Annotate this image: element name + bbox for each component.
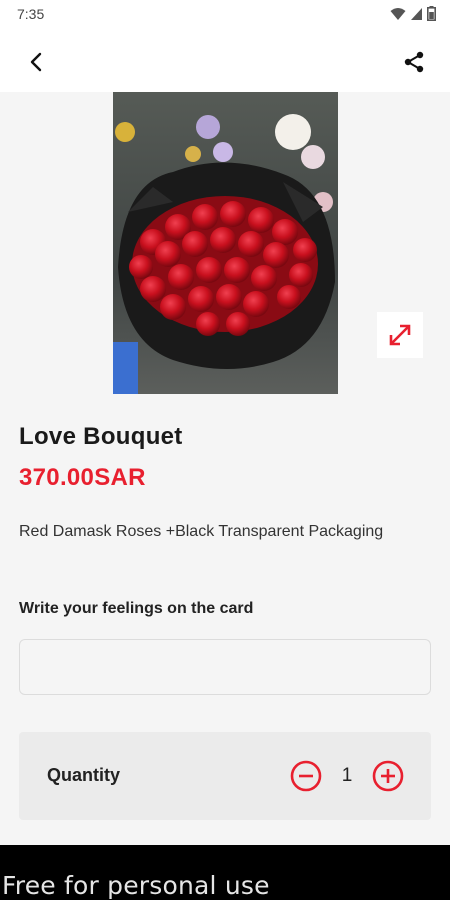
minus-circle-icon[interactable]	[290, 760, 322, 792]
quantity-value: 1	[341, 765, 353, 786]
quantity-panel: Quantity 1	[19, 732, 431, 820]
plus-circle-icon[interactable]	[372, 760, 404, 792]
app-bar	[0, 30, 450, 92]
expand-image-button[interactable]	[377, 312, 423, 358]
expand-icon	[389, 324, 411, 346]
watermark-text: Free for personal use	[2, 871, 270, 900]
share-button[interactable]	[396, 44, 432, 80]
card-message-label: Write your feelings on the card	[19, 600, 254, 617]
product-content: Love Bouquet 370.00SAR Red Damask Roses …	[0, 92, 450, 845]
signal-icon	[411, 7, 422, 20]
product-description: Red Damask Roses +Black Transparent Pack…	[19, 523, 384, 540]
card-message-input[interactable]	[19, 639, 431, 695]
bottom-bar: Free for personal use	[0, 845, 450, 900]
chevron-left-icon	[30, 52, 42, 72]
product-title: Love Bouquet	[19, 423, 183, 450]
quantity-label: Quantity	[47, 765, 121, 785]
product-price: 370.00SAR	[19, 464, 146, 491]
status-time: 7:35	[17, 6, 45, 22]
battery-icon	[427, 6, 436, 21]
product-image[interactable]	[113, 92, 338, 394]
status-bar: 7:35	[0, 0, 450, 30]
status-icons	[390, 6, 436, 21]
share-icon	[404, 51, 424, 73]
wifi-icon	[390, 7, 406, 20]
back-button[interactable]	[18, 44, 54, 80]
